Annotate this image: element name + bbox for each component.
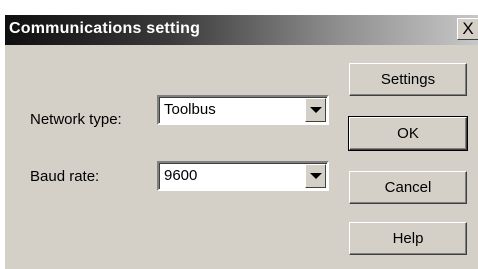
title-bar[interactable]: Communications setting X [5, 15, 478, 45]
help-button[interactable]: Help [349, 222, 467, 255]
chevron-down-icon[interactable] [305, 98, 326, 122]
close-icon: X [462, 19, 474, 38]
ok-button[interactable]: OK [348, 116, 468, 151]
close-button[interactable]: X [457, 18, 478, 40]
baud-rate-value: 9600 [164, 167, 198, 184]
chevron-down-icon[interactable] [305, 164, 326, 188]
network-type-value: Toolbus [164, 101, 216, 118]
network-type-label: Network type: [30, 111, 122, 128]
cancel-button[interactable]: Cancel [349, 171, 467, 204]
dialog-title: Communications setting [9, 20, 201, 37]
network-type-select[interactable]: Toolbus [157, 95, 329, 125]
baud-rate-select[interactable]: 9600 [157, 161, 329, 191]
settings-button[interactable]: Settings [349, 63, 467, 96]
baud-rate-label: Baud rate: [30, 168, 100, 185]
communications-setting-dialog: Communications setting X Network type: T… [4, 14, 478, 269]
